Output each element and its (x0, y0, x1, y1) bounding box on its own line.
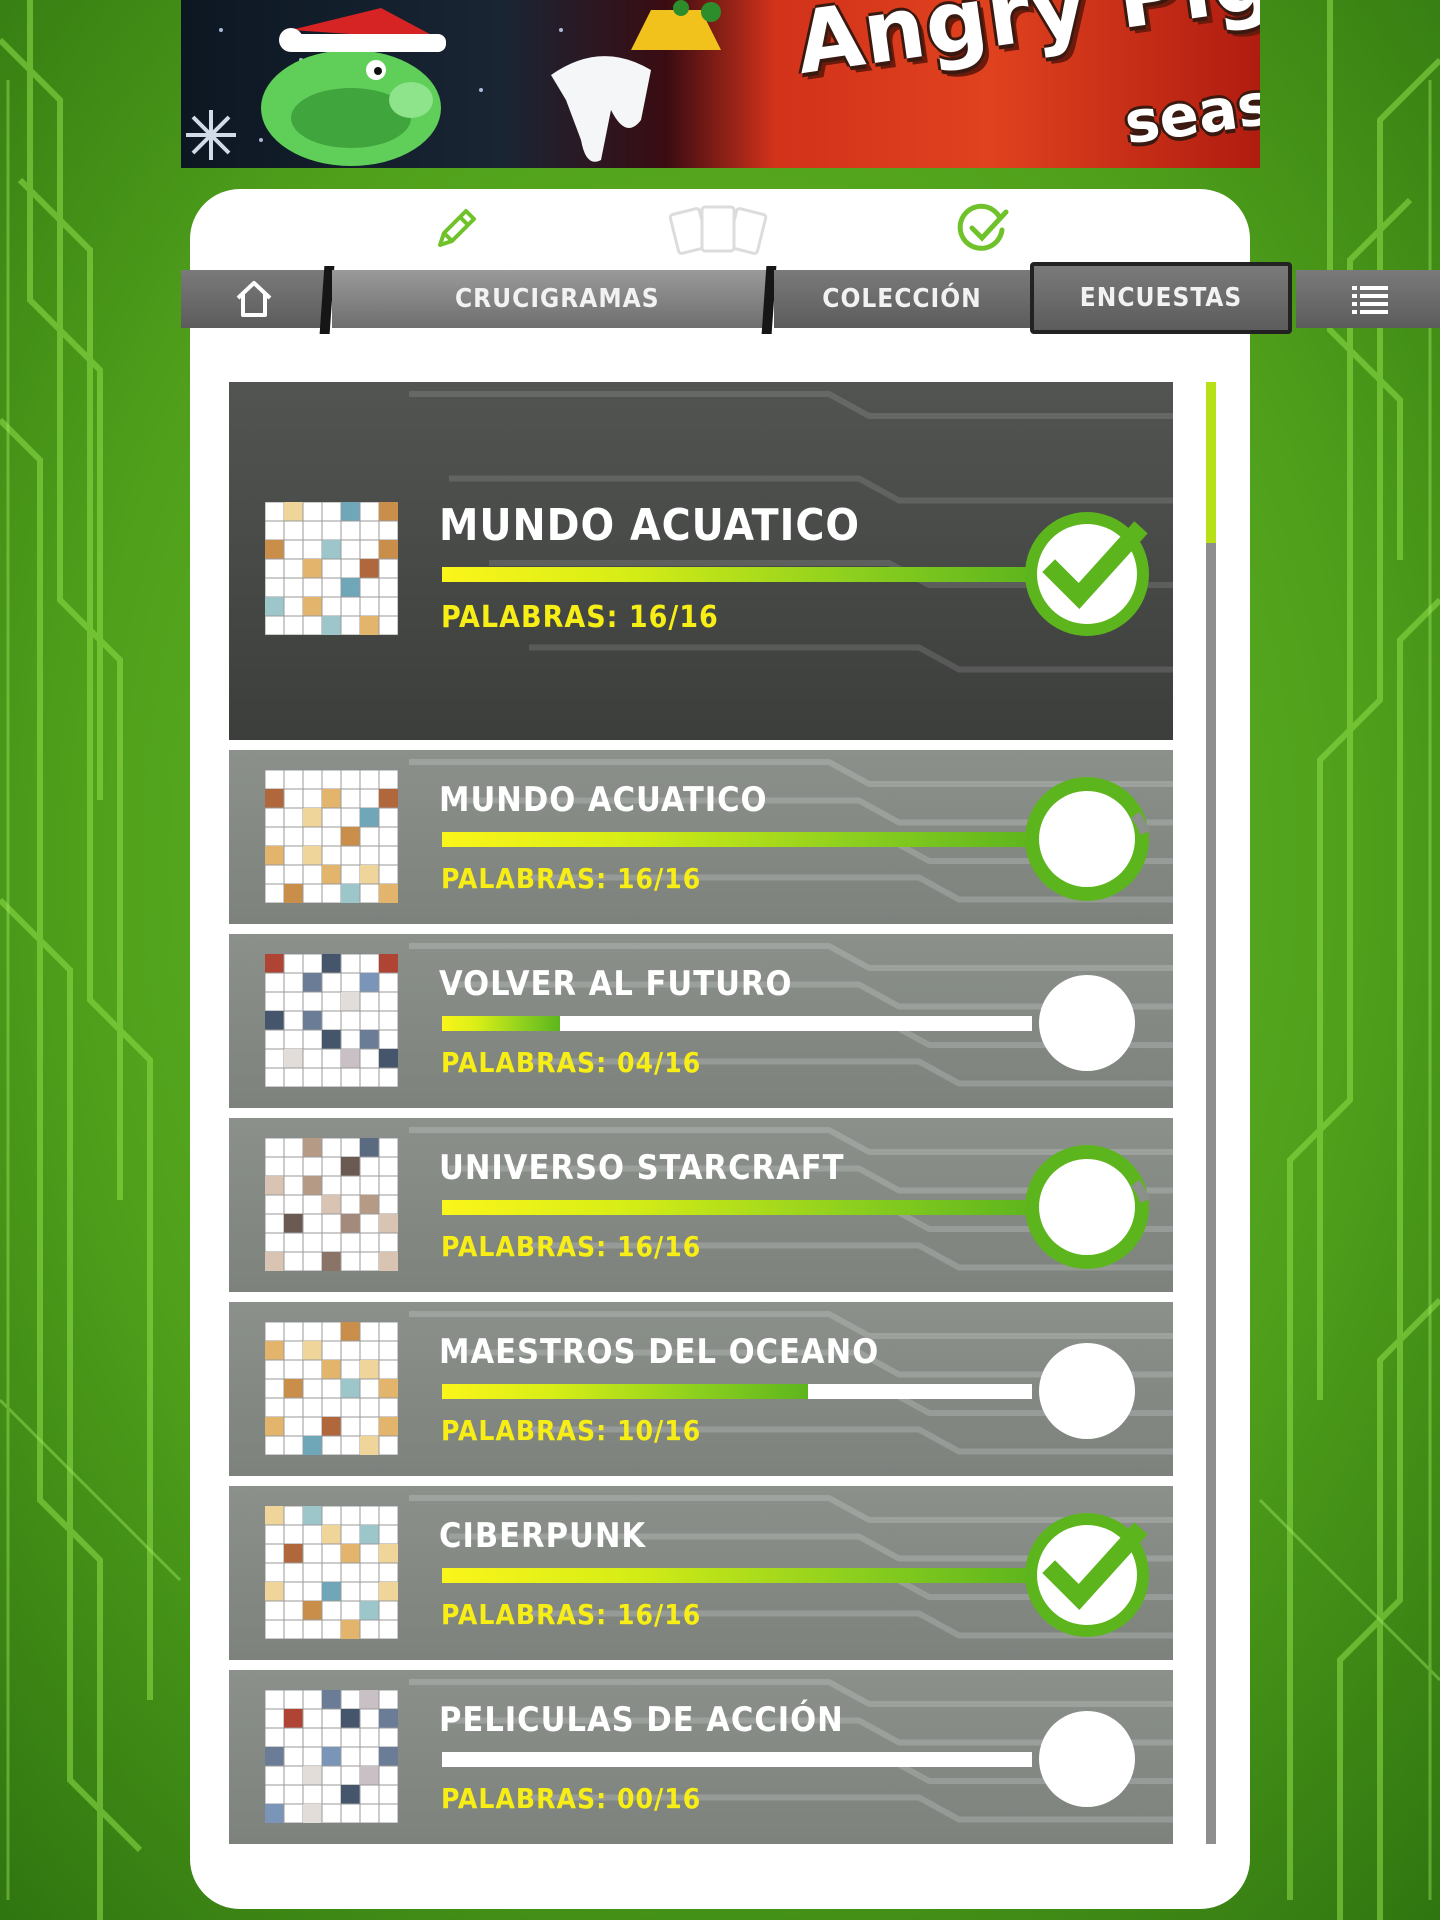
crossword-row[interactable]: MAESTROS DEL OCEANO PALABRAS: 10/16 (229, 1302, 1173, 1476)
crossword-progress-fill (442, 1384, 808, 1399)
crossword-thumbnail (265, 502, 398, 635)
progress-ring-icon[interactable] (1017, 769, 1157, 909)
empty-status-circle-icon[interactable] (1017, 953, 1157, 1093)
home-icon (236, 281, 271, 317)
empty-status-circle-icon[interactable] (1017, 1689, 1157, 1829)
tab-encuestas-label: ENCUESTAS (1079, 283, 1243, 313)
crossword-progress-bar (442, 1752, 1032, 1767)
check-circle-icon[interactable] (956, 202, 1010, 256)
crossword-row[interactable]: PELICULAS DE ACCIÓN PALABRAS: 00/16 (229, 1670, 1173, 1844)
crossword-progress-fill (442, 832, 1032, 847)
crossword-title: MUNDO ACUATICO (439, 500, 861, 551)
crossword-thumbnail (265, 1322, 398, 1455)
crossword-progress-bar (442, 1568, 1032, 1583)
crossword-thumbnail (265, 1138, 398, 1271)
crossword-word-count: PALABRAS: 16/16 (441, 1230, 702, 1263)
completed-check-icon[interactable] (1017, 504, 1157, 644)
tab-home[interactable] (181, 270, 326, 328)
crossword-title: MAESTROS DEL OCEANO (439, 1332, 880, 1372)
crossword-progress-bar (442, 1016, 1032, 1031)
crossword-title: PELICULAS DE ACCIÓN (439, 1700, 844, 1740)
tab-menu[interactable] (1296, 270, 1440, 328)
tab-coleccion-label: COLECCIÓN (822, 284, 982, 314)
crossword-progress-bar (442, 1200, 1032, 1215)
crossword-progress-fill (442, 1016, 560, 1031)
crossword-word-count: PALABRAS: 10/16 (441, 1414, 702, 1447)
crossword-title: CIBERPUNK (439, 1516, 647, 1556)
crossword-row-featured[interactable]: MUNDO ACUATICO PALABRAS: 16/16 (229, 382, 1173, 740)
cards-icon[interactable] (668, 201, 768, 257)
list-menu-icon (1352, 286, 1388, 314)
completed-check-icon[interactable] (1017, 1505, 1157, 1645)
crossword-title: MUNDO ACUATICO (439, 780, 768, 820)
crossword-thumbnail (265, 770, 398, 903)
crossword-list[interactable]: MUNDO ACUATICO PALABRAS: 16/16 MUNDO ACUAT… (229, 382, 1173, 1844)
pencil-icon[interactable] (432, 203, 482, 253)
tab-crucigramas[interactable]: CRUCIGRAMAS (332, 270, 769, 328)
crossword-title: VOLVER AL FUTURO (439, 964, 793, 1004)
crossword-row[interactable]: CIBERPUNK PALABRAS: 16/16 (229, 1486, 1173, 1660)
crossword-word-count: PALABRAS: 16/16 (441, 600, 719, 635)
crossword-progress-fill (442, 1568, 1032, 1583)
progress-ring-icon[interactable] (1017, 1137, 1157, 1277)
crossword-progress-bar (442, 832, 1032, 847)
empty-status-circle-icon[interactable] (1017, 1321, 1157, 1461)
crossword-word-count: PALABRAS: 00/16 (441, 1782, 702, 1815)
tab-coleccion[interactable]: COLECCIÓN (774, 270, 1030, 328)
tab-encuestas[interactable]: ENCUESTAS (1030, 262, 1292, 334)
crossword-title: UNIVERSO STARCRAFT (439, 1148, 845, 1188)
crossword-word-count: PALABRAS: 16/16 (441, 1598, 702, 1631)
scrollbar-thumb[interactable] (1206, 382, 1216, 543)
crossword-progress-fill (442, 1200, 1032, 1215)
crossword-thumbnail (265, 1506, 398, 1639)
tab-crucigramas-label: CRUCIGRAMAS (455, 284, 660, 314)
crossword-row[interactable]: UNIVERSO STARCRAFT PALABRAS: 16/16 (229, 1118, 1173, 1292)
crossword-thumbnail (265, 1690, 398, 1823)
promo-banner[interactable]: Angry Piggy season (181, 0, 1260, 168)
crossword-word-count: PALABRAS: 16/16 (441, 862, 702, 895)
crossword-progress-bar (442, 567, 1032, 582)
main-navigation: CRUCIGRAMAS COLECCIÓN ENCUESTAS (181, 262, 1440, 336)
crossword-row[interactable]: VOLVER AL FUTURO PALABRAS: 04/16 (229, 934, 1173, 1108)
crossword-thumbnail (265, 954, 398, 1087)
crossword-row[interactable]: MUNDO ACUATICO PALABRAS: 16/16 (229, 750, 1173, 924)
crossword-progress-fill (442, 567, 1032, 582)
scrollbar[interactable] (1206, 382, 1216, 1844)
crossword-progress-bar (442, 1384, 1032, 1399)
crossword-word-count: PALABRAS: 04/16 (441, 1046, 702, 1079)
